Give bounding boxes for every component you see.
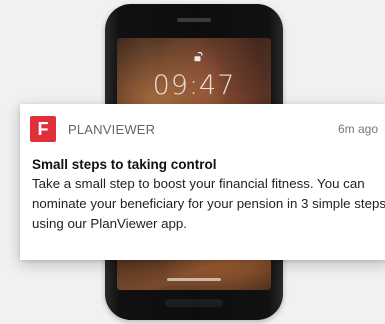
- stage: 09:47 F PLANVIEWER 6m ago Small steps to…: [0, 0, 385, 324]
- phone-chin: [165, 299, 223, 307]
- app-name: PLANVIEWER: [68, 122, 156, 137]
- app-icon: F: [30, 116, 56, 142]
- phone-speaker: [177, 18, 211, 22]
- home-indicator[interactable]: [167, 278, 221, 281]
- lock-icon: [194, 52, 203, 62]
- notification-age: 6m ago: [338, 122, 379, 136]
- push-notification[interactable]: F PLANVIEWER 6m ago Small steps to takin…: [20, 104, 385, 260]
- notification-body: Take a small step to boost your financia…: [32, 176, 385, 231]
- notification-title: Small steps to taking control: [32, 157, 217, 172]
- lock-screen-time: 09:47: [152, 70, 236, 101]
